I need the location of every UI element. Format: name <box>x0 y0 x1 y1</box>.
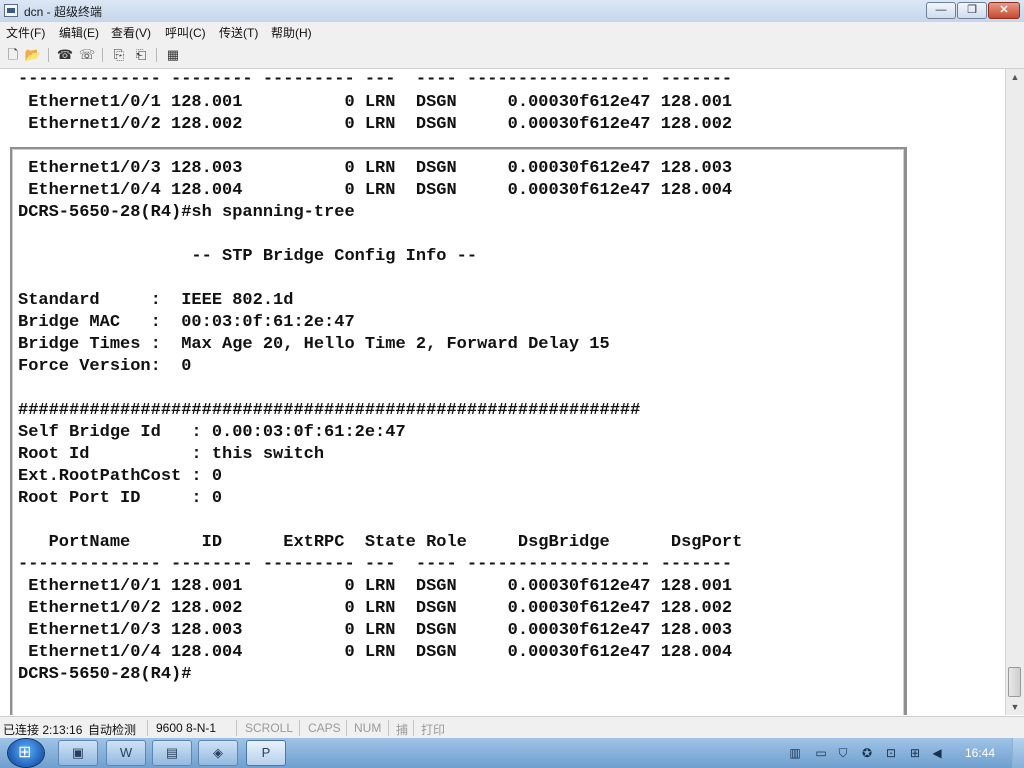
caps-indicator: CAPS <box>308 721 341 735</box>
toolbar-separator <box>102 48 103 62</box>
terminal-line: Standard : IEEE 802.1d <box>18 291 294 310</box>
status-bar: 已连接 2:13:16 自动检测 9600 8-N-1 SCROLL CAPS … <box>0 716 1024 739</box>
close-button[interactable]: ✕ <box>988 2 1020 19</box>
folder-icon[interactable]: ▤ <box>152 740 192 766</box>
powerpoint-icon[interactable]: P <box>246 740 286 766</box>
num-indicator: NUM <box>354 721 382 735</box>
terminal-line: ########################################… <box>18 401 641 420</box>
port-params: 9600 8-N-1 <box>156 721 217 735</box>
scroll-up-icon[interactable]: ▲ <box>1007 69 1023 85</box>
toolbar-separator <box>48 48 49 62</box>
shield-icon[interactable]: ⛉ <box>836 746 850 760</box>
start-button[interactable] <box>8 739 44 767</box>
new-icon[interactable]: 🗋 <box>4 46 22 64</box>
receive-icon[interactable]: ⎗ <box>132 46 150 64</box>
status-separator <box>147 720 148 736</box>
monitor-icon[interactable]: ▭ <box>814 746 828 760</box>
explorer-icon[interactable]: ▣ <box>58 740 98 766</box>
scroll-down-icon[interactable]: ▼ <box>1007 699 1023 715</box>
terminal-line: Ext.RootPathCost : 0 <box>18 467 223 486</box>
terminal-line: Ethernet1/0/1 128.001 0 LRN DSGN 0.00030… <box>18 93 733 112</box>
minimize-button[interactable]: — <box>926 2 956 19</box>
toolbar-separator <box>156 48 157 62</box>
terminal-line: Ethernet1/0/4 128.004 0 LRN DSGN 0.00030… <box>18 643 733 662</box>
hyperterminal-app-icon[interactable] <box>4 4 18 17</box>
taskbar: ▣ W ▤ ◈ P ▥ ▭ ⛉ ✪ ⊡ ⊞ ◀ 16:44 <box>0 738 1024 768</box>
print-indicator: 打印 <box>421 723 446 737</box>
terminal-line: Bridge MAC : 00:03:0f:61:2e:47 <box>18 313 355 332</box>
security-icon[interactable]: ✪ <box>860 746 874 760</box>
title-bar: dcn - 超级终端 — ❐ ✕ <box>0 0 1024 23</box>
disconnect-icon[interactable]: ☏ <box>78 46 96 64</box>
volume-icon[interactable]: ◀ <box>930 746 944 760</box>
terminal-line: Ethernet1/0/3 128.003 0 LRN DSGN 0.00030… <box>18 621 733 640</box>
menu-edit[interactable]: 编辑(E) <box>57 24 101 41</box>
system-clock[interactable]: 16:44 <box>965 746 995 760</box>
terminal-line: -- STP Bridge Config Info -- <box>18 247 478 266</box>
terminal-line: Bridge Times : Max Age 20, Hello Time 2,… <box>18 335 610 354</box>
terminal-line: Ethernet1/0/1 128.001 0 LRN DSGN 0.00030… <box>18 577 733 596</box>
terminal-line: Ethernet1/0/2 128.002 0 LRN DSGN 0.00030… <box>18 115 733 134</box>
status-separator <box>413 720 414 736</box>
open-icon[interactable]: 📂 <box>24 46 42 64</box>
send-icon[interactable]: ⎘ <box>110 46 128 64</box>
properties-icon[interactable]: ▦ <box>164 46 182 64</box>
network-icon[interactable]: ⊞ <box>908 746 922 760</box>
menu-call[interactable]: 呼叫(C) <box>163 24 208 41</box>
menu-transfer[interactable]: 传送(T) <box>217 24 260 41</box>
network-app-icon[interactable]: ◈ <box>198 740 238 766</box>
status-separator <box>236 720 237 736</box>
terminal-screen[interactable]: -------------- -------- --------- --- --… <box>0 69 1005 715</box>
terminal-line: Root Port ID : 0 <box>18 489 223 508</box>
terminal-line: Ethernet1/0/3 128.003 0 LRN DSGN 0.00030… <box>18 159 733 178</box>
detect-status: 自动检测 <box>88 723 137 737</box>
call-icon[interactable]: ☎ <box>56 46 74 64</box>
terminal-line: Ethernet1/0/2 128.002 0 LRN DSGN 0.00030… <box>18 599 733 618</box>
toolbar: 🗋 📂 ☎ ☏ ⎘ ⎗ ▦ <box>0 42 1024 69</box>
device-icon[interactable]: ⊡ <box>884 746 898 760</box>
word-icon[interactable]: W <box>106 740 146 766</box>
terminal-line: -------------- -------- --------- --- --… <box>18 70 733 89</box>
connection-status: 已连接 2:13:16 <box>3 723 83 737</box>
status-separator <box>346 720 347 736</box>
scroll-indicator: SCROLL <box>245 721 294 735</box>
scroll-thumb[interactable] <box>1008 667 1021 697</box>
capture-indicator: 捕 <box>396 723 409 737</box>
status-separator <box>299 720 300 736</box>
menu-help[interactable]: 帮助(H) <box>269 24 314 41</box>
terminal-line: Self Bridge Id : 0.00:03:0f:61:2e:47 <box>18 423 406 442</box>
terminal-line: PortName ID ExtRPC State Role DsgBridge … <box>18 533 743 552</box>
terminal-line: DCRS-5650-28(R4)# <box>18 665 192 684</box>
film-icon[interactable]: ▥ <box>788 746 802 760</box>
window-title: dcn - 超级终端 <box>24 5 103 19</box>
terminal-line: Force Version: 0 <box>18 357 192 376</box>
show-desktop-button[interactable] <box>1012 738 1024 768</box>
menu-file[interactable]: 文件(F) <box>4 24 47 41</box>
menu-view[interactable]: 查看(V) <box>109 24 153 41</box>
menu-bar: 文件(F) 编辑(E) 查看(V) 呼叫(C) 传送(T) 帮助(H) <box>0 22 1024 42</box>
status-separator <box>388 720 389 736</box>
maximize-button[interactable]: ❐ <box>957 2 987 19</box>
terminal-line: DCRS-5650-28(R4)#sh spanning-tree <box>18 203 355 222</box>
terminal-line: Root Id : this switch <box>18 445 325 464</box>
vertical-scrollbar[interactable]: ▲ ▼ <box>1005 69 1024 715</box>
terminal-line: Ethernet1/0/4 128.004 0 LRN DSGN 0.00030… <box>18 181 733 200</box>
terminal-line: -------------- -------- --------- --- --… <box>18 555 733 574</box>
